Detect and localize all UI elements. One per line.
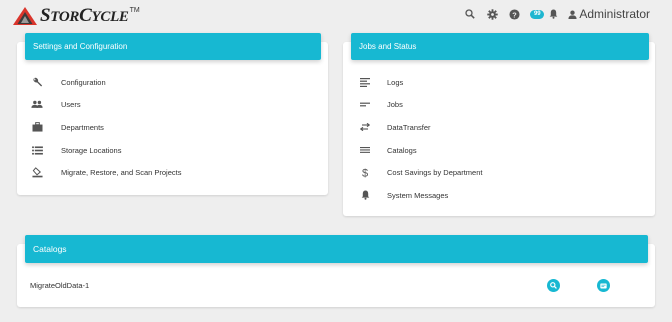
log-icon: [358, 75, 372, 89]
person-icon: [568, 10, 577, 19]
menu-item-label: Catalogs: [387, 145, 417, 155]
logo-triangle-icon: [13, 7, 37, 25]
transfer-icon: [358, 120, 372, 134]
menu-item-catalogs[interactable]: Catalogs: [343, 139, 655, 162]
search-icon: [550, 282, 557, 289]
menu-item-departments[interactable]: Departments: [17, 116, 328, 139]
catalog-details-button[interactable]: [597, 279, 610, 292]
settings-card-header: Settings and Configuration: [25, 33, 321, 60]
menu-item-label: Users: [61, 100, 81, 110]
menu-item-label: Migrate, Restore, and Scan Projects: [61, 168, 182, 178]
jobs-card-header: Jobs and Status: [351, 33, 649, 60]
settings-card: Settings and Configuration Configuration…: [17, 33, 328, 195]
menu-item-label: Cost Savings by Department: [387, 168, 483, 178]
catalog-row: MigrateOldData-1: [17, 277, 655, 293]
card-details-icon: [600, 283, 607, 288]
catalogs-card-header: Catalogs: [25, 235, 648, 263]
users-icon: [30, 98, 44, 112]
catalog-icon: [358, 143, 372, 157]
menu-item-users[interactable]: Users: [17, 94, 328, 117]
trademark-mark: TM: [129, 7, 140, 14]
menu-item-label: Jobs: [387, 100, 403, 110]
menu-item-system-messages[interactable]: System Messages: [343, 184, 655, 207]
menu-item-configuration[interactable]: Configuration: [17, 71, 328, 94]
search-icon[interactable]: [463, 7, 477, 21]
menu-item-projects[interactable]: Migrate, Restore, and Scan Projects: [17, 161, 328, 184]
catalog-search-button[interactable]: [547, 279, 560, 292]
menu-item-storage-locations[interactable]: Storage Locations: [17, 139, 328, 162]
jobs-menu: Logs Jobs DataTransfer Catalogs $ Cost S…: [343, 71, 655, 207]
top-toolbar: ? 99 Administrator: [455, 6, 650, 22]
menu-item-label: Departments: [61, 122, 104, 132]
menu-item-label: Storage Locations: [61, 145, 122, 155]
catalog-name: MigrateOldData-1: [30, 280, 90, 290]
logo-wordmark: STORCYCLE: [40, 4, 129, 26]
user-menu[interactable]: Administrator: [568, 7, 650, 21]
menu-item-label: System Messages: [387, 190, 449, 200]
settings-menu: Configuration Users Departments Storage …: [17, 71, 328, 184]
jobs-icon: [358, 98, 372, 112]
gear-icon[interactable]: [485, 7, 499, 21]
bell-icon: [358, 188, 372, 202]
briefcase-icon: [30, 120, 44, 134]
menu-item-label: DataTransfer: [387, 122, 431, 132]
wrench-icon: [30, 75, 44, 89]
menu-item-jobs[interactable]: Jobs: [343, 94, 655, 117]
menu-item-label: Configuration: [61, 77, 106, 87]
top-bar: STORCYCLE TM ? 99 Administrator: [0, 0, 672, 30]
menu-item-datatransfer[interactable]: DataTransfer: [343, 116, 655, 139]
svg-text:?: ?: [512, 10, 517, 19]
storcycle-logo[interactable]: STORCYCLE TM: [12, 5, 140, 27]
user-name: Administrator: [579, 7, 650, 21]
catalogs-card: Catalogs MigrateOldData-1: [17, 235, 655, 307]
menu-item-cost-savings[interactable]: $ Cost Savings by Department: [343, 161, 655, 184]
jobs-card: Jobs and Status Logs Jobs DataTransfer C…: [343, 33, 655, 216]
dollar-icon: $: [358, 166, 372, 180]
notification-count-badge[interactable]: 99: [530, 9, 545, 19]
projects-icon: [30, 166, 44, 180]
menu-item-logs[interactable]: Logs: [343, 71, 655, 94]
help-icon[interactable]: ?: [507, 7, 521, 21]
bell-icon[interactable]: [546, 7, 560, 21]
menu-item-label: Logs: [387, 77, 404, 87]
svg-text:$: $: [362, 168, 368, 179]
list-icon: [30, 143, 44, 157]
